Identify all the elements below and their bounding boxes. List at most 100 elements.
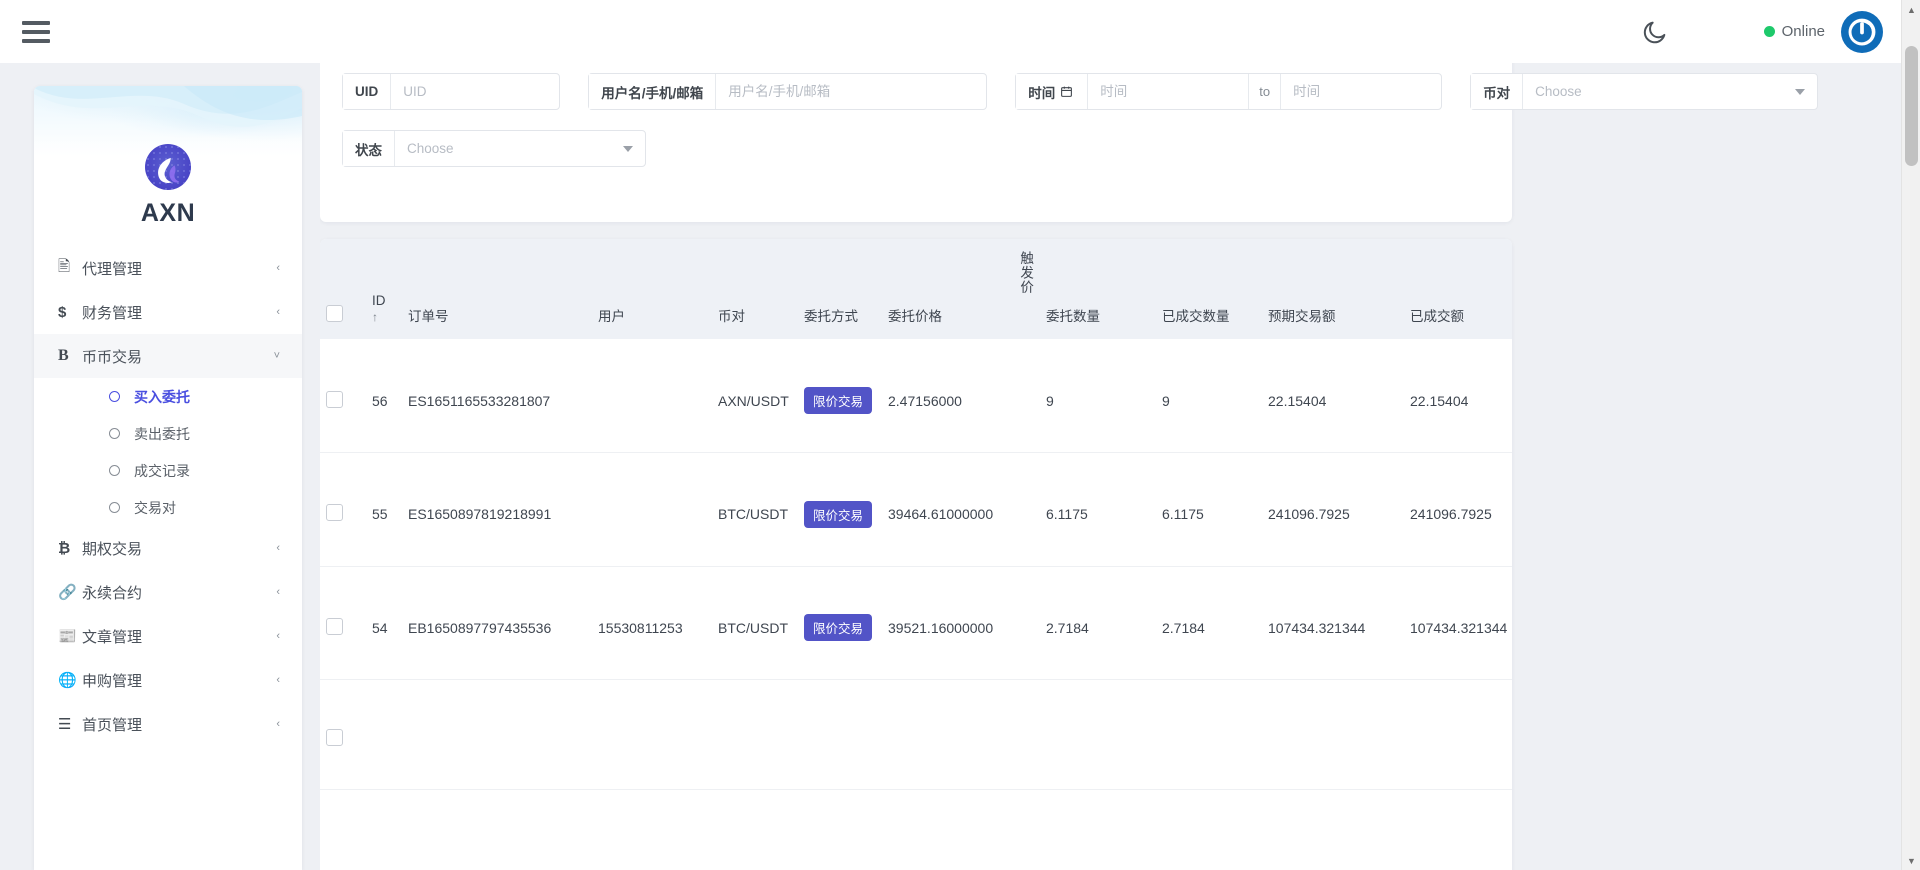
order-type-badge: 限价交易 [804,614,872,641]
cell-pair: BTC/USDT [712,576,798,680]
cell-order-no: EB1650897797435536 [402,576,592,680]
table-row[interactable]: 55 ES1650897819218991 BTC/USDT 限价交易 3946… [320,463,1512,567]
column-trigger-price: 触发价 [1012,239,1040,339]
cell-id: 54 [366,576,402,680]
chevron-down-icon: ˅ [274,350,280,362]
sidebar-item-article-management[interactable]: 📰 文章管理 ‹ [34,614,302,658]
cell-expected-amount: 241096.7925 [1262,463,1404,567]
table-row[interactable]: 56 ES1651165533281807 AXN/USDT 限价交易 2.47… [320,349,1512,453]
pair-label: 币对 [1471,74,1523,109]
row-checkbox[interactable] [326,729,343,746]
row-select-cell [320,690,366,790]
table-row[interactable] [320,690,1512,790]
radio-icon [109,502,120,513]
id-card-icon: 🖹 [58,256,82,281]
column-order-qty: 委托数量 [1040,239,1156,339]
list-icon: ☰ [58,715,82,733]
column-order-type: 委托方式 [798,239,882,339]
coin-trading-icon: B [58,347,82,365]
brand: AXN [34,144,302,228]
avatar[interactable] [1841,11,1883,53]
chevron-left-icon: ‹ [276,306,280,318]
row-checkbox[interactable] [326,504,343,521]
table-spacer [320,566,1512,576]
column-id[interactable]: ID ↑ [366,239,402,339]
cell-id: 55 [366,463,402,567]
cell-filled-qty: 6.1175 [1156,463,1262,567]
time-start-input[interactable] [1088,74,1248,109]
cell-filled-amount: 107434.321344 [1404,576,1512,680]
sidebar-subitem-trade-records[interactable]: 成交记录 [34,452,302,489]
time-label-text: 时间 [1028,82,1055,102]
user-input[interactable] [716,74,986,109]
column-filled-qty: 已成交数量 [1156,239,1262,339]
status-select[interactable] [395,131,623,166]
time-end-input[interactable] [1281,74,1441,109]
cell-order-qty: 6.1175 [1040,463,1156,567]
status-dot-icon [1764,26,1775,37]
sidebar-item-label: 财务管理 [82,302,276,323]
sidebar-item-coin-trading[interactable]: B 币币交易 ˅ [34,334,302,378]
scroll-down-icon[interactable]: ▼ [1902,851,1920,870]
cell-filled-qty: 2.7184 [1156,576,1262,680]
sidebar-subitem-sell-orders[interactable]: 卖出委托 [34,415,302,452]
cell-order-no: ES1651165533281807 [402,349,592,453]
status-filter[interactable]: 状态 [342,130,646,167]
sidebar-subitem-label: 成交记录 [134,461,190,481]
chevron-left-icon: ‹ [276,630,280,642]
sidebar-subitem-label: 交易对 [134,498,176,518]
window-scrollbar[interactable]: ▲ ▼ [1901,0,1920,870]
row-checkbox[interactable] [326,391,343,408]
moon-icon[interactable] [1641,18,1669,46]
cell-filled-amount: 241096.7925 [1404,463,1512,567]
top-bar: Online [0,0,1901,63]
select-all-header [320,239,366,339]
sort-asc-icon: ↑ [372,310,396,325]
cell-user [592,349,712,453]
cell-id: 56 [366,349,402,453]
filter-row-primary: UID 用户名/手机/邮箱 时间 to [342,73,1490,110]
sidebar-item-options-trading[interactable]: ₿ 期权交易 ‹ [34,526,302,570]
column-order-no: 订单号 [402,239,592,339]
hamburger-icon[interactable] [22,21,50,43]
select-all-checkbox[interactable] [326,305,343,322]
row-checkbox[interactable] [326,618,343,635]
table-header-row: ID ↑ 订单号 用户 币对 委托方式 委托价格 触发价 委托数量 已成交数量 … [320,239,1512,339]
table-row[interactable]: 54 EB1650897797435536 15530811253 BTC/US… [320,576,1512,680]
hamburger-bar [22,21,50,25]
sidebar-item-label: 代理管理 [82,258,276,279]
chevron-left-icon: ‹ [276,586,280,598]
pair-filter[interactable]: 币对 [1470,73,1818,110]
table-header: ID ↑ 订单号 用户 币对 委托方式 委托价格 触发价 委托数量 已成交数量 … [320,239,1512,339]
cell-partial [366,690,1512,790]
cell-order-price: 39464.61000000 [882,463,1012,567]
cell-order-price: 39521.16000000 [882,576,1012,680]
cell-trigger-price [1012,576,1040,680]
scrollbar-thumb[interactable] [1905,46,1918,166]
uid-input[interactable] [391,74,559,109]
sidebar-item-perpetual-contract[interactable]: 🔗 永续合约 ‹ [34,570,302,614]
scroll-up-icon[interactable]: ▲ [1902,0,1920,19]
sidebar-item-agent-management[interactable]: 🖹 代理管理 ‹ [34,246,302,290]
chevron-left-icon: ‹ [276,674,280,686]
chevron-down-icon[interactable] [623,131,645,166]
chevron-down-icon[interactable] [1795,74,1817,109]
sidebar-item-homepage-management[interactable]: ☰ 首页管理 ‹ [34,702,302,746]
hamburger-bar [22,39,50,43]
pair-select[interactable] [1523,74,1795,109]
time-range-separator: to [1248,74,1281,109]
hamburger-bar [22,30,50,34]
sidebar: AXN 🖹 代理管理 ‹ $ 财务管理 ‹ B 币币交易 ˅ 买入委托 [34,86,302,870]
sidebar-item-label: 首页管理 [82,714,276,735]
order-type-badge: 限价交易 [804,387,872,414]
sidebar-subitem-trading-pairs[interactable]: 交易对 [34,489,302,526]
sidebar-subitem-buy-orders[interactable]: 买入委托 [34,378,302,415]
bitcoin-icon: ₿ [58,540,82,557]
cell-order-type: 限价交易 [798,349,882,453]
status-label: 状态 [343,131,395,166]
sidebar-item-subscription-management[interactable]: 🌐 申购管理 ‹ [34,658,302,702]
column-order-price: 委托价格 [882,239,1012,339]
orders-table-panel: ID ↑ 订单号 用户 币对 委托方式 委托价格 触发价 委托数量 已成交数量 … [320,239,1512,870]
cell-user: 15530811253 [592,576,712,680]
sidebar-item-finance-management[interactable]: $ 财务管理 ‹ [34,290,302,334]
